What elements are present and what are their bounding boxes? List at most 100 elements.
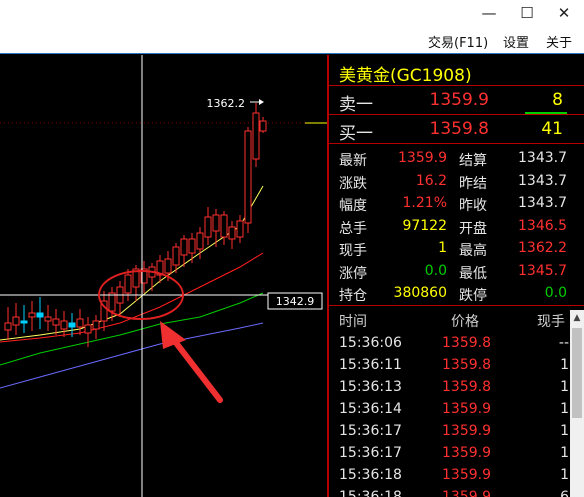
ma-line-red bbox=[0, 252, 264, 343]
candlestick-chart[interactable]: 1342.9 1362.2 bbox=[0, 55, 327, 497]
candle-body bbox=[12, 316, 20, 326]
chart-canvas[interactable]: 1342.9 1362.2 bbox=[0, 55, 327, 497]
candle-body bbox=[204, 216, 212, 238]
quote-value: 1 bbox=[438, 240, 447, 256]
quote-label: 昨结 bbox=[459, 175, 487, 192]
quote-value: 380860 bbox=[393, 285, 447, 301]
candle-body bbox=[236, 220, 244, 238]
tick-time: 15:36:17 bbox=[339, 423, 402, 439]
candle-body bbox=[84, 324, 92, 334]
candle-body bbox=[108, 292, 116, 312]
tick-volume: 1 bbox=[560, 401, 569, 417]
tick-time: 15:36:18 bbox=[339, 489, 402, 497]
candle-body bbox=[252, 112, 260, 160]
tick-time: 15:36:18 bbox=[339, 467, 402, 483]
bid-label: 买一 bbox=[339, 124, 373, 144]
quote-value: 1.21% bbox=[402, 195, 447, 211]
menu-settings[interactable]: 设置 bbox=[503, 32, 529, 51]
quote-value: 1343.7 bbox=[518, 172, 567, 189]
menu-bar: 交易(F11) 设置 关于 bbox=[0, 27, 584, 54]
candle-body bbox=[259, 120, 267, 132]
quote-label: 现手 bbox=[339, 243, 367, 259]
candle-body bbox=[52, 318, 60, 326]
scroll-thumb[interactable] bbox=[572, 328, 582, 418]
candle-body bbox=[36, 312, 44, 318]
tick-volume: 6 bbox=[560, 489, 569, 497]
candle-body bbox=[172, 246, 180, 266]
ticks-header-volume: 现手 bbox=[537, 314, 565, 330]
quote-label: 总手 bbox=[339, 220, 367, 237]
tick-volume: 1 bbox=[560, 357, 569, 373]
candle-body bbox=[124, 274, 132, 294]
candle-body bbox=[220, 214, 228, 238]
close-button[interactable]: ✕ bbox=[553, 2, 575, 24]
quote-value: 0.0 bbox=[424, 262, 447, 279]
tick-price: 1359.8 bbox=[442, 335, 491, 351]
candle-body bbox=[212, 214, 220, 232]
high-price-label: 1362.2 bbox=[207, 97, 246, 110]
bid-volume: 41 bbox=[541, 119, 563, 139]
ma-line-blue bbox=[0, 322, 264, 389]
candle-body bbox=[76, 318, 84, 328]
quote-value: 1362.2 bbox=[518, 240, 567, 256]
quote-label: 最新 bbox=[339, 153, 367, 169]
tick-price: 1359.9 bbox=[442, 423, 491, 439]
quote-label: 涨停 bbox=[339, 265, 367, 282]
tick-price: 1359.9 bbox=[442, 489, 491, 497]
quote-value: 0.0 bbox=[544, 285, 567, 301]
ask-label: 卖一 bbox=[339, 95, 373, 115]
high-price-arrow-icon bbox=[259, 99, 264, 105]
tick-time: 15:36:13 bbox=[339, 379, 402, 395]
quote-label: 昨收 bbox=[459, 198, 487, 214]
ma-line-green bbox=[0, 292, 264, 366]
quote-value: 16.2 bbox=[415, 172, 447, 189]
ticks-scrollbar[interactable]: ▲ bbox=[570, 310, 584, 497]
tick-volume: -- bbox=[558, 335, 569, 351]
tick-price: 1359.9 bbox=[442, 445, 491, 461]
quote-label: 涨跌 bbox=[339, 175, 367, 192]
quote-value: 1343.7 bbox=[518, 150, 567, 166]
tick-price: 1359.8 bbox=[442, 379, 491, 395]
scroll-up-icon[interactable]: ▲ bbox=[570, 310, 584, 326]
quote-label: 最高 bbox=[459, 243, 487, 259]
menu-trade[interactable]: 交易(F11) bbox=[428, 32, 488, 51]
quote-value: 1359.9 bbox=[398, 150, 447, 166]
quote-label: 最低 bbox=[459, 265, 487, 282]
tick-price: 1359.9 bbox=[442, 467, 491, 483]
candle-body bbox=[228, 226, 236, 240]
quote-label: 开盘 bbox=[459, 220, 487, 237]
divider bbox=[329, 85, 584, 86]
candle-body bbox=[28, 312, 36, 318]
ask-price: 1359.9 bbox=[429, 90, 489, 110]
tick-volume: 1 bbox=[560, 379, 569, 395]
crosshair-price-label: 1342.9 bbox=[276, 295, 315, 308]
candle-body bbox=[196, 232, 204, 250]
maximize-button[interactable]: ☐ bbox=[516, 2, 538, 24]
menu-about[interactable]: 关于 bbox=[546, 32, 572, 51]
quote-label: 持仓 bbox=[339, 288, 367, 304]
candle-body bbox=[180, 238, 188, 256]
ticks-header-price: 价格 bbox=[451, 314, 479, 330]
candle-body bbox=[244, 130, 252, 224]
quote-panel: 美黄金(GC1908) 卖一 1359.9 8 买一 1359.8 41 最新 1… bbox=[329, 55, 584, 497]
title-bar: — ☐ ✕ bbox=[0, 0, 584, 27]
tick-time: 15:36:14 bbox=[339, 401, 402, 417]
quote-label: 结算 bbox=[459, 153, 487, 169]
candle-body bbox=[44, 316, 52, 322]
candle-body bbox=[188, 238, 196, 254]
quote-value: 1346.5 bbox=[518, 217, 567, 234]
tick-volume: 1 bbox=[560, 445, 569, 461]
tick-price: 1359.8 bbox=[442, 357, 491, 373]
quote-label: 跌停 bbox=[459, 288, 487, 304]
quote-value: 1343.7 bbox=[518, 195, 567, 211]
divider bbox=[329, 143, 584, 144]
candle-body bbox=[20, 320, 28, 324]
annotation-arrow-head-icon bbox=[160, 321, 186, 349]
tick-time: 15:36:11 bbox=[339, 357, 402, 373]
tick-price: 1359.9 bbox=[442, 401, 491, 417]
tick-volume: 1 bbox=[560, 423, 569, 439]
tick-time: 15:36:06 bbox=[339, 335, 402, 351]
quote-value: 97122 bbox=[402, 217, 447, 234]
candle-body bbox=[60, 320, 68, 330]
minimize-button[interactable]: — bbox=[478, 2, 500, 24]
